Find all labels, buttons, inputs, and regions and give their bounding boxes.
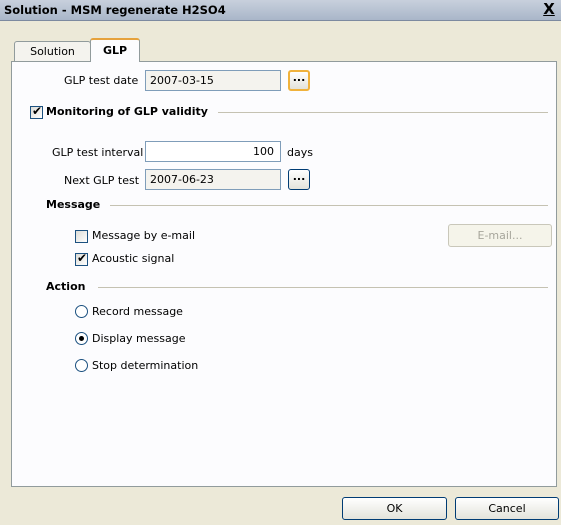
glp-interval-label: GLP test interval (52, 146, 144, 159)
glp-test-date-field[interactable]: 2007-03-15 (145, 70, 281, 91)
action-heading: Action (46, 280, 86, 293)
acoustic-signal-label: Acoustic signal (92, 252, 175, 265)
cancel-button[interactable]: Cancel (455, 497, 559, 520)
glp-test-date-browse-button[interactable]: ... (288, 70, 310, 91)
checkmark-icon: ✔ (32, 104, 43, 118)
window-title: Solution - MSM regenerate H2SO4 (4, 3, 226, 17)
radio-selected-dot (79, 336, 84, 341)
message-by-email-checkbox[interactable] (75, 230, 88, 243)
display-message-radio[interactable] (75, 332, 88, 345)
email-button[interactable]: E-mail... (448, 224, 552, 247)
title-bar: Solution - MSM regenerate H2SO4 X (0, 0, 561, 21)
next-glp-test-field[interactable]: 2007-06-23 (145, 169, 281, 190)
checkmark-icon: ✔ (77, 251, 88, 265)
glp-interval-field[interactable]: 100 (145, 141, 281, 162)
stop-determination-label: Stop determination (92, 359, 199, 372)
stop-determination-radio[interactable] (75, 359, 88, 372)
monitoring-separator (218, 112, 548, 113)
monitoring-label: Monitoring of GLP validity (46, 105, 208, 118)
next-glp-test-browse-button[interactable]: ... (288, 169, 310, 190)
record-message-radio[interactable] (75, 305, 88, 318)
action-separator (98, 287, 548, 288)
glp-test-date-label: GLP test date (64, 74, 139, 87)
ok-button[interactable]: OK (342, 497, 447, 520)
acoustic-signal-checkbox[interactable]: ✔ (75, 251, 88, 266)
message-by-email-label: Message by e-mail (92, 229, 196, 242)
close-icon[interactable]: X (541, 1, 557, 18)
tab-glp[interactable]: GLP (90, 38, 140, 62)
tab-solution[interactable]: Solution (14, 41, 91, 62)
next-glp-test-label: Next GLP test (64, 174, 140, 187)
message-separator (110, 205, 548, 206)
monitoring-checkbox[interactable]: ✔ (30, 104, 43, 119)
display-message-label: Display message (92, 332, 186, 345)
glp-interval-unit: days (287, 146, 313, 159)
record-message-label: Record message (92, 305, 183, 318)
glp-panel (11, 61, 557, 487)
message-heading: Message (46, 198, 101, 211)
